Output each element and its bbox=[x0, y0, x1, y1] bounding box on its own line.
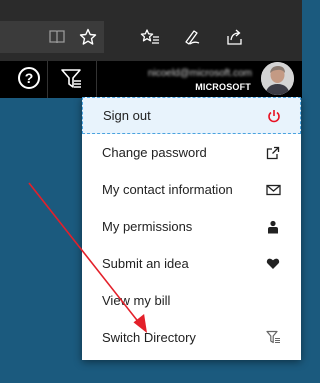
switch-directory-icon bbox=[265, 330, 281, 346]
account-dropdown-menu: Sign out Change password My contact info… bbox=[82, 97, 301, 360]
menu-item-label: My permissions bbox=[102, 219, 193, 234]
external-link-icon bbox=[265, 145, 281, 161]
menu-item-change-password[interactable]: Change password bbox=[82, 134, 301, 171]
menu-item-label: View my bill bbox=[102, 293, 171, 308]
menu-item-switch-directory[interactable]: Switch Directory bbox=[82, 319, 301, 356]
menu-item-label: Change password bbox=[102, 145, 207, 160]
help-button[interactable]: ? bbox=[18, 67, 40, 89]
header-divider bbox=[96, 61, 97, 98]
menu-item-view-my-bill[interactable]: View my bill bbox=[82, 282, 301, 319]
account-email[interactable]: nicoeld@microsoft.com bbox=[112, 68, 252, 79]
menu-item-label: Sign out bbox=[103, 108, 151, 123]
header-divider bbox=[47, 61, 48, 98]
web-note-pen-icon[interactable] bbox=[180, 25, 204, 49]
help-icon: ? bbox=[24, 70, 34, 86]
menu-item-sign-out[interactable]: Sign out bbox=[82, 97, 301, 134]
heart-icon bbox=[265, 256, 281, 272]
reading-view-icon[interactable] bbox=[45, 25, 69, 49]
account-organization[interactable]: MICROSOFT bbox=[120, 82, 251, 92]
portal-header bbox=[0, 61, 302, 98]
menu-item-my-permissions[interactable]: My permissions bbox=[82, 208, 301, 245]
favorite-star-icon[interactable] bbox=[76, 25, 100, 49]
power-icon bbox=[266, 108, 282, 124]
envelope-icon bbox=[265, 182, 281, 198]
menu-item-submit-an-idea[interactable]: Submit an idea bbox=[82, 245, 301, 282]
user-avatar[interactable] bbox=[261, 62, 294, 95]
menu-item-label: Submit an idea bbox=[102, 256, 189, 271]
menu-item-label: Switch Directory bbox=[102, 330, 196, 345]
user-permissions-icon bbox=[265, 219, 281, 235]
directory-filter-icon[interactable] bbox=[58, 66, 84, 92]
share-icon[interactable] bbox=[223, 25, 247, 49]
menu-item-my-contact-information[interactable]: My contact information bbox=[82, 171, 301, 208]
menu-item-label: My contact information bbox=[102, 182, 233, 197]
favorites-hub-icon[interactable] bbox=[138, 25, 162, 49]
